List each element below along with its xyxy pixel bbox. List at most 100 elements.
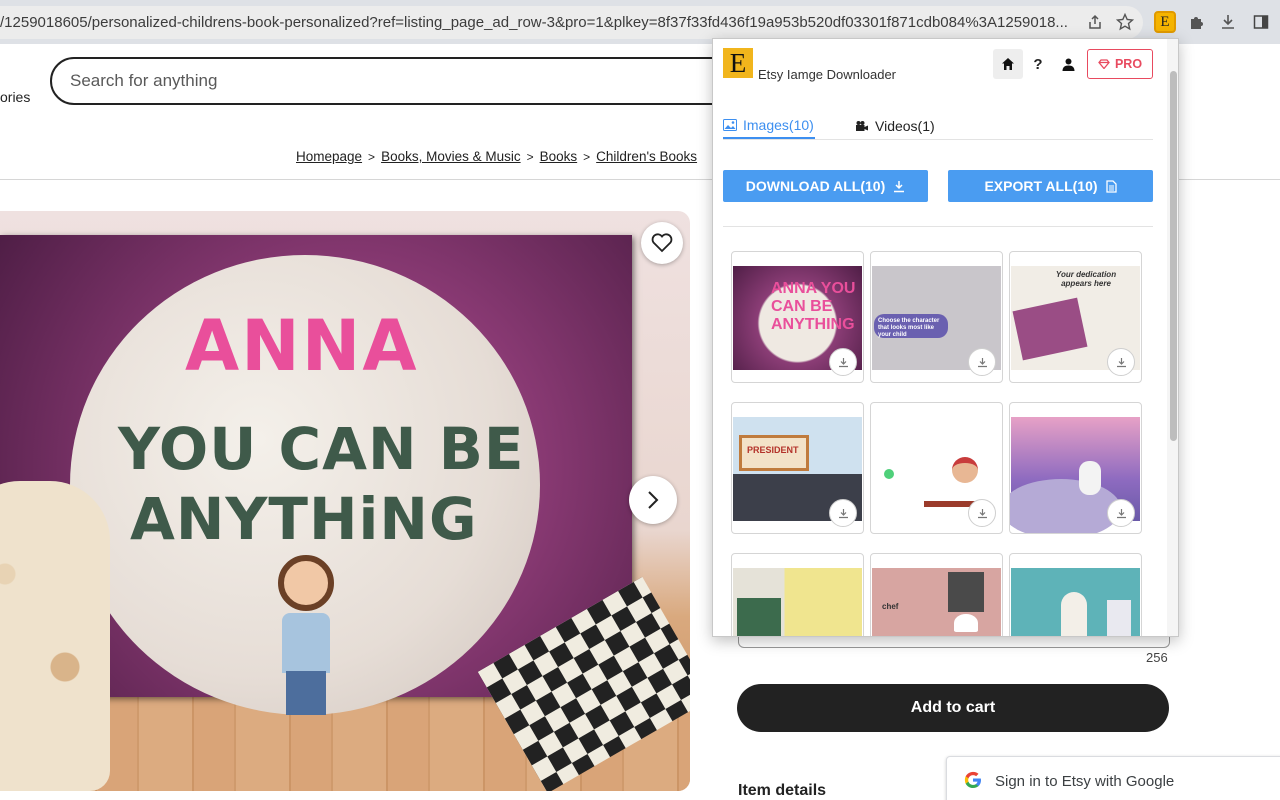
favorite-button[interactable] — [641, 222, 683, 264]
thumbnail-planet — [1010, 479, 1121, 533]
thumbnail-caption: chef — [882, 602, 899, 611]
thumbnail-download-button[interactable] — [829, 499, 857, 527]
thumbnail-download-button[interactable] — [829, 348, 857, 376]
thumbnail-card[interactable] — [1009, 553, 1142, 636]
thumbnail-hood — [948, 572, 984, 612]
thumbnail-image: chef — [872, 568, 1001, 636]
tab-images[interactable]: Images(10) — [723, 113, 815, 139]
tab-videos[interactable]: Videos(1) — [855, 113, 935, 139]
thumbnail-caption: Your dedication appears here — [1055, 270, 1117, 288]
thumbnail-card[interactable] — [870, 402, 1003, 534]
download-icon — [977, 357, 987, 367]
help-button[interactable]: ? — [1027, 51, 1049, 77]
thumbnail-caption: ANNA YOU CAN BE ANYTHING — [771, 280, 856, 333]
thumbnail-figure — [1107, 600, 1131, 636]
tabs-divider — [723, 139, 1153, 140]
download-icon — [894, 180, 905, 192]
export-all-label: EXPORT ALL(10) — [984, 178, 1098, 194]
download-all-button[interactable]: DOWNLOAD ALL(10) — [723, 170, 928, 202]
thumbnail-board — [737, 598, 781, 636]
add-to-cart-button[interactable]: Add to cart — [737, 684, 1169, 732]
download-icon — [838, 508, 848, 518]
bookmark-star-icon[interactable] — [1112, 9, 1138, 35]
item-details-heading[interactable]: Item details — [738, 782, 826, 800]
download-icon[interactable] — [1215, 9, 1241, 35]
thumbnail-caption: Choose the character that looks most lik… — [878, 318, 940, 338]
categories-link[interactable]: ories — [0, 89, 30, 105]
chevron-right-icon: > — [526, 149, 534, 164]
cover-title-line2: YOU CAN BE — [118, 415, 525, 483]
thumbnail-card[interactable] — [731, 553, 864, 636]
pro-button[interactable]: PRO — [1087, 49, 1153, 79]
thumbnail-dot — [884, 469, 894, 479]
video-camera-icon — [856, 121, 868, 131]
breadcrumb-books[interactable]: Books — [540, 149, 578, 164]
image-icon — [723, 119, 737, 131]
download-icon — [977, 508, 987, 518]
thumbnail-card[interactable]: Your dedication appears here — [1009, 251, 1142, 383]
thumbnail-card[interactable]: chef — [870, 553, 1003, 636]
account-button[interactable] — [1057, 52, 1079, 76]
heart-icon — [651, 233, 673, 253]
thumbnail-card[interactable] — [1009, 402, 1142, 534]
tab-videos-label: Videos(1) — [875, 118, 935, 134]
cover-title-name: ANNA — [185, 305, 419, 387]
child-body — [282, 613, 330, 673]
export-all-button[interactable]: EXPORT ALL(10) — [948, 170, 1153, 202]
chevron-right-icon: > — [368, 149, 376, 164]
download-all-label: DOWNLOAD ALL(10) — [745, 178, 886, 194]
download-icon — [1116, 357, 1126, 367]
listing-main-image[interactable]: ANNA YOU CAN BE ANYTHiNG — [0, 211, 690, 791]
thumbnail-astronaut — [1079, 461, 1101, 495]
download-icon — [1116, 508, 1126, 518]
home-icon — [1002, 58, 1014, 70]
document-icon — [1105, 179, 1117, 193]
scrollbar-thumb[interactable] — [1170, 71, 1177, 441]
breadcrumb-books-movies-music[interactable]: Books, Movies & Music — [381, 149, 521, 164]
divider — [723, 226, 1153, 227]
tab-images-label: Images(10) — [743, 117, 814, 133]
extension-logo: E — [723, 48, 753, 78]
thumbnail-download-button[interactable] — [968, 499, 996, 527]
extension-popup: E Etsy Iamge Downloader ? PRO Images(10)… — [712, 38, 1179, 637]
extension-etsy-icon[interactable]: E — [1152, 9, 1178, 35]
cover-title-line3: ANYTHiNG — [130, 485, 478, 553]
thumbnail-image — [1011, 568, 1140, 636]
next-image-button[interactable] — [629, 476, 677, 524]
popup-scrollbar[interactable] — [1167, 39, 1178, 636]
thumbnail-mirror — [1061, 592, 1087, 636]
google-signin-label: Sign in to Etsy with Google — [995, 773, 1175, 790]
chevron-right-icon: > — [583, 149, 591, 164]
download-icon — [838, 357, 848, 367]
pro-label: PRO — [1114, 57, 1143, 71]
search-bar[interactable] — [50, 57, 790, 105]
extensions-puzzle-icon[interactable] — [1184, 9, 1210, 35]
thumbnail-figure — [952, 457, 978, 483]
chevron-right-icon — [648, 491, 659, 509]
home-button[interactable] — [993, 49, 1023, 79]
thumbnail-book — [1012, 297, 1088, 361]
share-icon[interactable] — [1082, 9, 1108, 35]
breadcrumb-homepage[interactable]: Homepage — [296, 149, 362, 164]
thumbnail-caption: PRESIDENT — [747, 445, 799, 455]
search-input[interactable] — [70, 71, 670, 91]
user-icon — [1062, 58, 1074, 71]
thumbnail-image — [733, 568, 862, 636]
sidepanel-icon[interactable] — [1248, 9, 1274, 35]
address-bar[interactable]: /1259018605/personalized-childrens-book-… — [0, 6, 1143, 39]
thumbnail-card[interactable]: Choose the character that looks most lik… — [870, 251, 1003, 383]
thumbnail-download-button[interactable] — [1107, 499, 1135, 527]
breadcrumb: Homepage > Books, Movies & Music > Books… — [296, 149, 697, 164]
thumbnail-card[interactable]: PRESIDENT — [731, 402, 864, 534]
google-logo-icon — [964, 771, 981, 788]
giraffe-plush — [0, 481, 110, 791]
child-illustration — [278, 555, 334, 611]
google-signin-prompt[interactable]: Sign in to Etsy with Google — [946, 756, 1280, 800]
thumbnail-card[interactable]: ANNA YOU CAN BE ANYTHING — [731, 251, 864, 383]
child-legs — [286, 671, 326, 715]
breadcrumb-childrens-books[interactable]: Children's Books — [596, 149, 697, 164]
thumbnail-download-button[interactable] — [1107, 348, 1135, 376]
thumbnail-download-button[interactable] — [968, 348, 996, 376]
url-text[interactable]: /1259018605/personalized-childrens-book-… — [0, 14, 1075, 31]
diamond-icon — [1098, 59, 1110, 69]
